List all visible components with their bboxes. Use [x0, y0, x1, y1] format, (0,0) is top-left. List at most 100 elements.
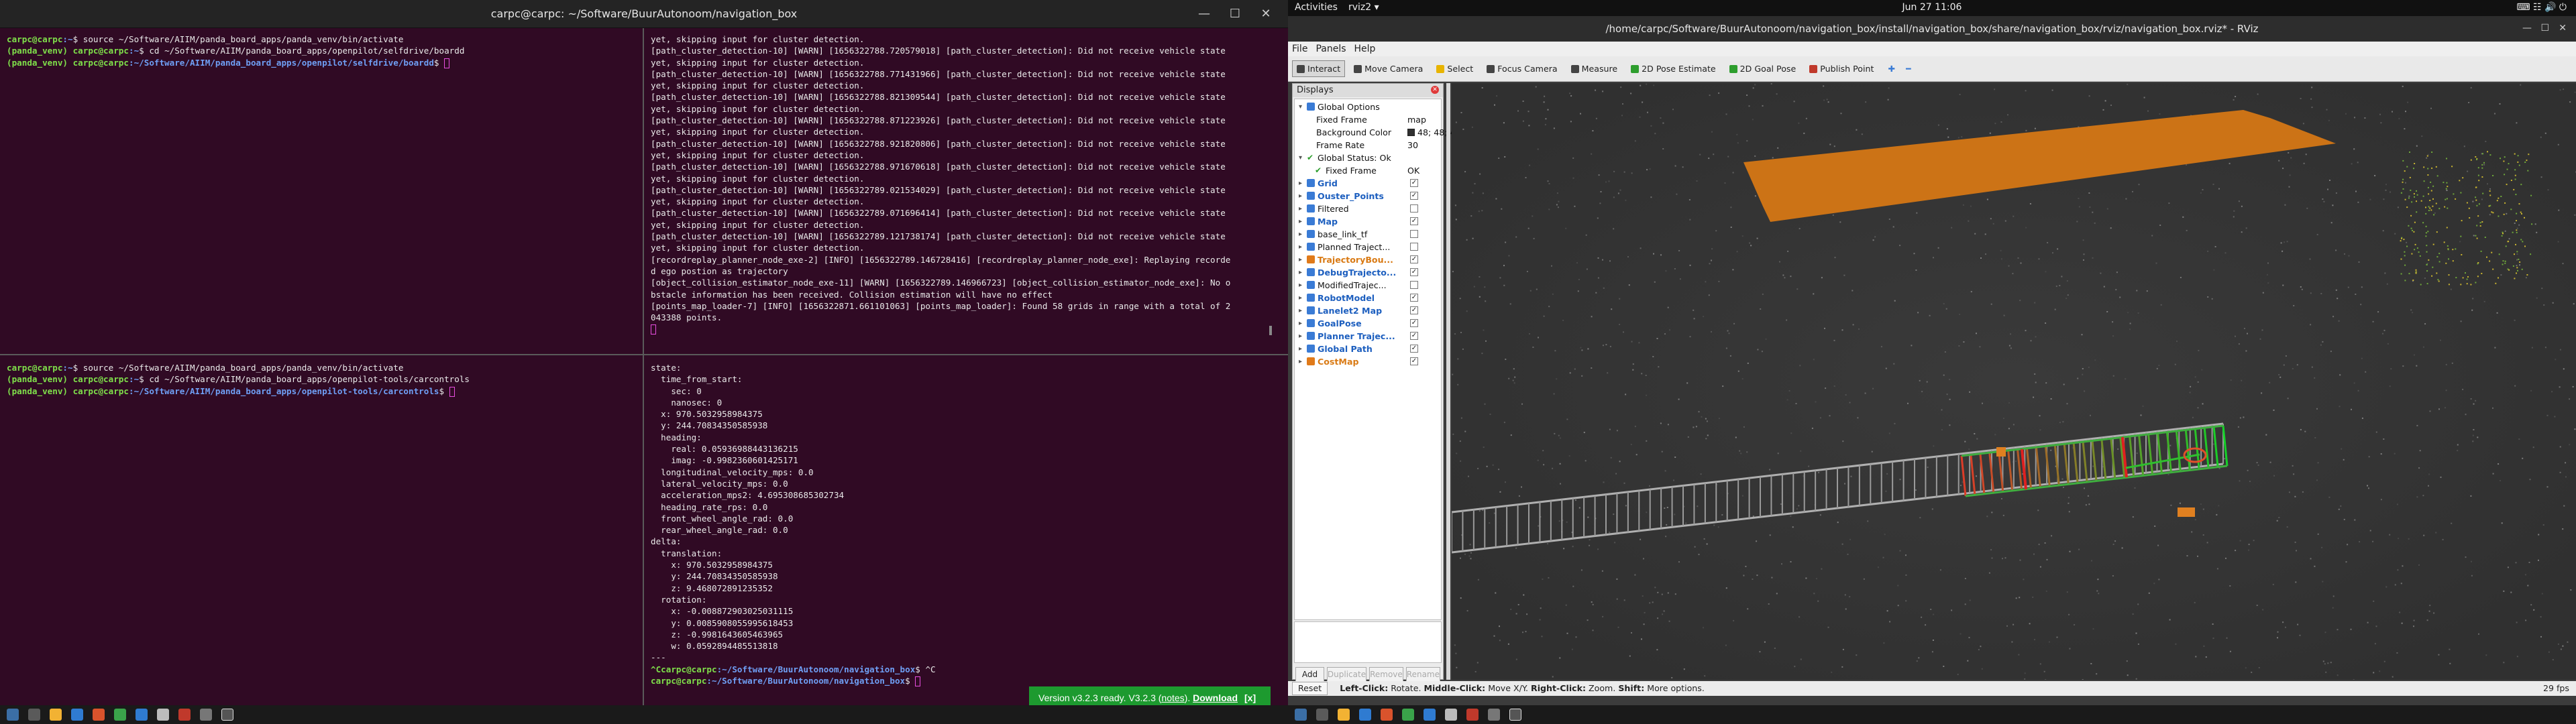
terminal-pane-bottom-left[interactable]: carpc@carpc:~$ source ~/Software/AIIM/pa…: [0, 357, 641, 705]
app-icon[interactable]: [1381, 709, 1393, 721]
app-icon[interactable]: [1445, 709, 1457, 721]
expand-arrow-icon[interactable]: ▸: [1299, 228, 1304, 241]
app-icon[interactable]: [200, 709, 212, 721]
app-icon[interactable]: [1488, 709, 1500, 721]
enable-checkbox[interactable]: [1410, 204, 1418, 213]
enable-checkbox[interactable]: [1410, 230, 1418, 238]
display-item[interactable]: ▾ ✔ Global Status: Ok: [1295, 152, 1441, 164]
display-item[interactable]: ▸ Global Path ✓: [1295, 343, 1441, 355]
scrollbar[interactable]: [1269, 326, 1272, 335]
tool-measure[interactable]: Measure: [1566, 60, 1623, 77]
close-panel-icon[interactable]: ✕: [1431, 86, 1439, 94]
notes-link[interactable]: notes: [1161, 692, 1184, 703]
terminal-icon[interactable]: [1509, 709, 1521, 721]
app-icon[interactable]: [7, 709, 19, 721]
enable-checkbox[interactable]: ✓: [1410, 345, 1418, 353]
app-icon[interactable]: [1424, 709, 1436, 721]
enable-checkbox[interactable]: ✓: [1410, 332, 1418, 340]
enable-checkbox[interactable]: ✓: [1410, 192, 1418, 200]
close-icon[interactable]: ✕: [2559, 23, 2567, 34]
maximize-icon[interactable]: ☐: [1220, 0, 1250, 28]
expand-arrow-icon[interactable]: ▸: [1299, 190, 1304, 202]
menu-file[interactable]: File: [1288, 42, 1311, 56]
folder-icon[interactable]: [50, 709, 62, 721]
expand-arrow-icon[interactable]: ▸: [1299, 304, 1304, 317]
enable-checkbox[interactable]: ✓: [1410, 268, 1418, 276]
terminal-pane-top-left[interactable]: carpc@carpc:~$ source ~/Software/AIIM/pa…: [0, 28, 641, 353]
expand-arrow-icon[interactable]: ▸: [1299, 355, 1304, 368]
terminal-body[interactable]: carpc@carpc:~$ source ~/Software/AIIM/pa…: [0, 28, 1288, 709]
expand-arrow-icon[interactable]: ▾: [1299, 152, 1304, 164]
display-item[interactable]: ▸ Planned Traject...: [1295, 241, 1441, 253]
display-item[interactable]: ▸ Filtered: [1295, 202, 1441, 215]
display-item[interactable]: ▾ Global Options: [1295, 101, 1441, 113]
display-item[interactable]: ▸ ModifiedTrajec...: [1295, 279, 1441, 292]
terminal-pane-top-right[interactable]: yet, skipping input for cluster detectio…: [644, 28, 1288, 353]
display-value[interactable]: map: [1407, 113, 1426, 126]
tool-select[interactable]: Select: [1432, 60, 1478, 77]
display-item[interactable]: ▸ Map ✓: [1295, 215, 1441, 228]
clock[interactable]: Jun 27 11:06: [1288, 2, 2576, 13]
system-tray-icon[interactable]: ⌨ ☷ 🔊 ⏻: [2516, 2, 2567, 13]
3d-viewport[interactable]: [1452, 83, 2576, 680]
expand-arrow-icon[interactable]: ▸: [1299, 266, 1304, 279]
displays-tree[interactable]: ▾ Global Options Fixed Frame map Background …: [1294, 99, 1461, 620]
enable-checkbox[interactable]: ✓: [1410, 294, 1418, 302]
app-icon[interactable]: [178, 709, 191, 721]
display-item[interactable]: Background Color 48; 48; 48: [1295, 126, 1461, 139]
close-icon[interactable]: ✕: [1250, 0, 1281, 28]
display-item[interactable]: ▸ TrajectoryBou... ✓: [1295, 253, 1441, 266]
display-item[interactable]: ▸ DebugTrajecto... ✓: [1295, 266, 1441, 279]
enable-checkbox[interactable]: ✓: [1410, 255, 1418, 263]
tool-2d-pose-estimate[interactable]: 2D Pose Estimate: [1626, 60, 1721, 77]
remove-tool-icon[interactable]: ━: [1906, 64, 1911, 74]
app-icon[interactable]: [1402, 709, 1414, 721]
expand-arrow-icon[interactable]: ▸: [1299, 330, 1304, 343]
terminal-icon[interactable]: [221, 709, 233, 721]
expand-arrow-icon[interactable]: ▸: [1299, 253, 1304, 266]
expand-arrow-icon[interactable]: ▸: [1299, 279, 1304, 292]
enable-checkbox[interactable]: ✓: [1410, 217, 1418, 225]
enable-checkbox[interactable]: ✓: [1410, 179, 1418, 187]
maximize-icon[interactable]: ☐: [2540, 23, 2549, 34]
display-item[interactable]: ▸ Ouster_Points ✓: [1295, 190, 1441, 202]
app-icon[interactable]: [136, 709, 148, 721]
display-item[interactable]: ▸ Grid ✓: [1295, 177, 1441, 190]
enable-checkbox[interactable]: ✓: [1410, 306, 1418, 314]
app-icon[interactable]: [28, 709, 40, 721]
terminal-pane-bottom-right[interactable]: state: time_from_start: sec: 0 nanosec: …: [644, 357, 1288, 705]
app-icon[interactable]: [93, 709, 105, 721]
app-icon[interactable]: [157, 709, 169, 721]
menu-panels[interactable]: Panels: [1311, 42, 1350, 56]
reset-button[interactable]: Reset: [1292, 682, 1328, 695]
expand-arrow-icon[interactable]: ▸: [1299, 202, 1304, 215]
display-item[interactable]: Frame Rate 30: [1295, 139, 1441, 152]
add-button[interactable]: Add: [1295, 667, 1324, 682]
tool-interact[interactable]: Interact: [1292, 60, 1346, 77]
add-tool-icon[interactable]: ✚: [1888, 64, 1895, 74]
pane-divider-horizontal[interactable]: [0, 354, 1288, 355]
display-item[interactable]: ▸ CostMap ✓: [1295, 355, 1441, 368]
tool-2d-goal-pose[interactable]: 2D Goal Pose: [1725, 60, 1801, 77]
download-link[interactable]: Download: [1193, 692, 1238, 703]
menu-help[interactable]: Help: [1350, 42, 1380, 56]
tool-publish-point[interactable]: Publish Point: [1805, 60, 1878, 77]
display-item[interactable]: ▸ Lanelet2 Map ✓: [1295, 304, 1441, 317]
expand-arrow-icon[interactable]: ▸: [1299, 317, 1304, 330]
minimize-icon[interactable]: —: [2522, 23, 2532, 34]
display-item[interactable]: ▸ RobotModel ✓: [1295, 292, 1441, 304]
display-item[interactable]: ▸ Planner Trajec... ✓: [1295, 330, 1441, 343]
expand-arrow-icon[interactable]: ▾: [1299, 101, 1304, 113]
expand-arrow-icon[interactable]: ▸: [1299, 343, 1304, 355]
enable-checkbox[interactable]: ✓: [1410, 319, 1418, 327]
app-icon[interactable]: [1466, 709, 1479, 721]
notification-close-button[interactable]: [x]: [1244, 692, 1256, 703]
app-icon[interactable]: [114, 709, 126, 721]
enable-checkbox[interactable]: [1410, 243, 1418, 251]
display-item[interactable]: ▸ base_link_tf: [1295, 228, 1441, 241]
display-item[interactable]: Fixed Frame map: [1295, 113, 1441, 126]
display-item[interactable]: ▸ GoalPose ✓: [1295, 317, 1441, 330]
display-item[interactable]: ✔ Fixed Frame OK: [1295, 164, 1441, 177]
app-icon[interactable]: [1359, 709, 1371, 721]
folder-icon[interactable]: [1338, 709, 1350, 721]
